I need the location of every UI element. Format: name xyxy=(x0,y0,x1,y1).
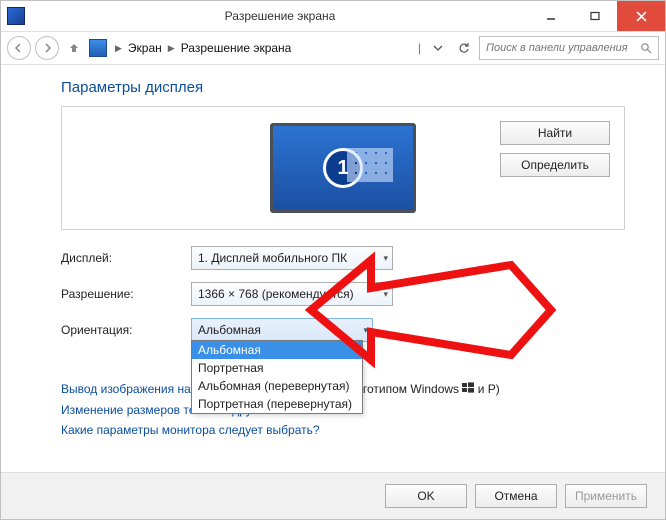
content: Параметры дисплея 1 Найти Определить Дис… xyxy=(1,65,665,473)
ok-button[interactable]: OK xyxy=(385,484,467,508)
dropdown-history-button[interactable] xyxy=(427,37,449,59)
minimize-button[interactable] xyxy=(529,1,573,31)
orientation-dropdown: Альбомная Портретная Альбомная (переверн… xyxy=(191,340,363,414)
cancel-button[interactable]: Отмена xyxy=(475,484,557,508)
search-box[interactable] xyxy=(479,36,659,60)
chevron-down-icon: ▾ xyxy=(363,325,368,336)
window-buttons xyxy=(529,1,665,31)
display-select[interactable]: 1. Дисплей мобильного ПК ▾ xyxy=(191,246,393,270)
forward-button[interactable] xyxy=(35,36,59,60)
resolution-select[interactable]: 1366 × 768 (рекомендуется) ▾ xyxy=(191,282,393,306)
breadcrumb-item[interactable]: Экран xyxy=(126,41,164,55)
chevron-down-icon: ▾ xyxy=(383,289,388,300)
settings-form: Дисплей: 1. Дисплей мобильного ПК ▾ Разр… xyxy=(61,246,625,342)
breadcrumb-item[interactable]: Разрешение экрана xyxy=(179,41,294,55)
display-label: Дисплей: xyxy=(61,251,191,265)
titlebar: Разрешение экрана xyxy=(1,1,665,32)
up-button[interactable] xyxy=(63,37,85,59)
windows-logo-icon xyxy=(462,382,474,397)
orientation-select[interactable]: Альбомная ▾ xyxy=(191,318,373,342)
close-button[interactable] xyxy=(617,1,665,31)
separator: | xyxy=(416,41,423,55)
orientation-option[interactable]: Портретная xyxy=(192,359,362,377)
orientation-option[interactable]: Альбомная (перевернутая) xyxy=(192,377,362,395)
page-title: Параметры дисплея xyxy=(61,79,625,96)
which-monitor-link[interactable]: Какие параметры монитора следует выбрать… xyxy=(61,423,320,437)
search-icon[interactable] xyxy=(638,40,654,56)
footer: OK Отмена Применить xyxy=(1,472,665,519)
project-link[interactable]: Вывод изображения на xyxy=(61,382,191,396)
display-icon xyxy=(89,39,107,57)
orientation-option[interactable]: Портретная (перевернутая) xyxy=(192,395,362,413)
window: Разрешение экрана ▶ Экран ▶ xyxy=(0,0,666,520)
window-title: Разрешение экрана xyxy=(31,9,529,23)
apply-button[interactable]: Применить xyxy=(565,484,647,508)
app-icon xyxy=(7,7,25,25)
breadcrumb[interactable]: ▶ Экран ▶ Разрешение экрана xyxy=(89,37,412,59)
back-button[interactable] xyxy=(7,36,31,60)
monitor-preview-panel: 1 Найти Определить xyxy=(61,106,625,230)
orientation-label: Ориентация: xyxy=(61,323,191,337)
resolution-label: Разрешение: xyxy=(61,287,191,301)
refresh-button[interactable] xyxy=(453,37,475,59)
chevron-right-icon: ▶ xyxy=(164,43,179,54)
monitor-thumbnail[interactable]: 1 xyxy=(270,123,416,213)
search-input[interactable] xyxy=(484,41,638,55)
chevron-down-icon: ▾ xyxy=(383,253,388,264)
find-button[interactable]: Найти xyxy=(500,121,610,145)
chevron-right-icon: ▶ xyxy=(111,43,126,54)
maximize-button[interactable] xyxy=(573,1,617,31)
detect-button[interactable]: Определить xyxy=(500,153,610,177)
orientation-option[interactable]: Альбомная xyxy=(192,341,362,359)
navbar: ▶ Экран ▶ Разрешение экрана | xyxy=(1,32,665,65)
